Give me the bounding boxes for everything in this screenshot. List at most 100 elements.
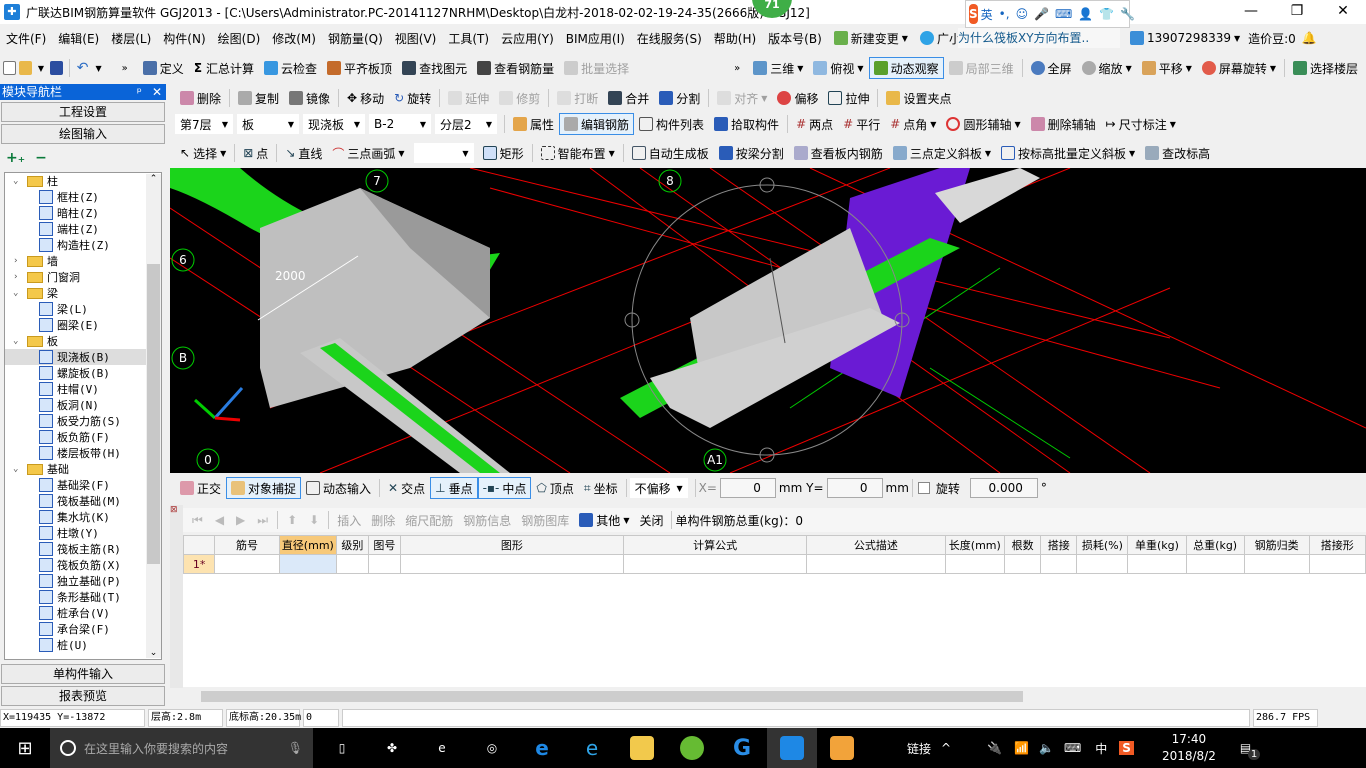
vertex-snap-button[interactable]: ⬠ 顶点: [531, 477, 578, 499]
undo-icon[interactable]: ↶: [77, 60, 89, 76]
chevron-down-icon[interactable]: ⌄: [13, 176, 23, 186]
mic-icon[interactable]: 🎤: [1034, 7, 1049, 21]
dimension-button[interactable]: ↦ 尺寸标注 ▼: [1101, 113, 1181, 135]
menu-view[interactable]: 视图(V): [389, 30, 443, 47]
view-slab-rebar-button[interactable]: 查看板内钢筋: [789, 142, 888, 164]
menu-version[interactable]: 版本号(B): [762, 30, 828, 47]
column-header[interactable]: 长度(mm): [944, 535, 1006, 555]
align-button[interactable]: 对齐 ▼: [712, 87, 772, 109]
align-slab-top-button[interactable]: 平齐板顶: [322, 57, 397, 79]
other-button[interactable]: 其他 ▼: [574, 509, 634, 531]
power-icon[interactable]: 🔌: [987, 741, 1002, 755]
tree-folder[interactable]: ⌄ 基础: [5, 461, 161, 477]
floor-select[interactable]: 第7层 ▼: [175, 114, 233, 134]
news-link[interactable]: 为什么筏板XY方向布置..: [958, 28, 1120, 48]
prev-record-icon[interactable]: ◀: [215, 513, 224, 527]
first-record-icon[interactable]: ⏮: [192, 513, 203, 528]
punct-icon[interactable]: •,: [999, 7, 1010, 21]
fullscreen-button[interactable]: 全屏: [1026, 57, 1077, 79]
grid-horizontal-scrollbar[interactable]: [183, 688, 1366, 705]
last-record-icon[interactable]: ⏭: [257, 513, 268, 528]
column-header[interactable]: 根数: [1004, 535, 1042, 555]
component-list-button[interactable]: 构件列表: [634, 113, 709, 135]
move-up-icon[interactable]: ⬆: [287, 513, 297, 527]
tree-item[interactable]: 独立基础(P): [5, 573, 161, 589]
tree-item[interactable]: 圈梁(E): [5, 317, 161, 333]
tree-item[interactable]: 桩承台(V): [5, 605, 161, 621]
single-component-input-button[interactable]: 单构件输入: [1, 664, 165, 684]
tree-item[interactable]: 板受力筋(S): [5, 413, 161, 429]
clock[interactable]: 17:40 2018/8/2: [1162, 731, 1216, 765]
move-button[interactable]: ✥ 移动: [342, 87, 389, 109]
batch-select-button[interactable]: 批量选择: [559, 57, 634, 79]
expand-all-icon[interactable]: +₊: [6, 150, 25, 166]
tree-item[interactable]: 柱墩(Y): [5, 525, 161, 541]
batch-slope-button[interactable]: 按标高批量定义斜板 ▼: [996, 142, 1140, 164]
set-grip-button[interactable]: 设置夹点: [881, 87, 956, 109]
rotate-checkbox[interactable]: [917, 482, 930, 494]
menu-help[interactable]: 帮助(H): [708, 30, 762, 47]
bell-icon[interactable]: 🔔: [1302, 31, 1317, 45]
3d-viewport[interactable]: 2000 7 8 6 B 0 A1: [170, 168, 1366, 473]
tree-item[interactable]: 集水坑(K): [5, 509, 161, 525]
edge-icon[interactable]: e: [517, 728, 567, 768]
grid-cell[interactable]: [1040, 554, 1078, 574]
cloud-check-button[interactable]: 云检查: [259, 57, 322, 79]
coordinate-snap-button[interactable]: ⌗ 坐标: [579, 477, 623, 499]
table-row[interactable]: 1*: [182, 554, 1366, 574]
start-button[interactable]: ⊞: [0, 728, 50, 768]
smart-layout-button[interactable]: 智能布置 ▼: [536, 142, 620, 164]
tree-item[interactable]: 板洞(N): [5, 397, 161, 413]
tree-item[interactable]: 柱帽(V): [5, 381, 161, 397]
pick-component-button[interactable]: 拾取构件: [709, 113, 784, 135]
split-button[interactable]: 分割: [654, 87, 705, 109]
column-header[interactable]: 搭接: [1040, 535, 1078, 555]
grid-cell[interactable]: [214, 554, 280, 574]
ie-icon[interactable]: e: [417, 728, 467, 768]
link-toolbar[interactable]: 链接: [907, 740, 931, 757]
auto-generate-slab-button[interactable]: 自动生成板: [627, 142, 714, 164]
minimize-button[interactable]: —: [1228, 0, 1274, 24]
perpendicular-snap-button[interactable]: ⊥ 垂点: [430, 477, 478, 499]
keyboard-icon[interactable]: ⌨: [1064, 741, 1081, 755]
collapse-all-icon[interactable]: −: [35, 150, 47, 166]
menu-tools[interactable]: 工具(T): [442, 30, 495, 47]
grid-cell[interactable]: [367, 554, 401, 574]
chevron-down-icon[interactable]: ⌄: [13, 288, 23, 298]
trim-button[interactable]: 修剪: [494, 87, 545, 109]
tree-item[interactable]: 筏板基础(M): [5, 493, 161, 509]
tree-item[interactable]: 梁(L): [5, 301, 161, 317]
pin-icon[interactable]: ᵖ: [137, 85, 142, 99]
stretch-button[interactable]: 拉伸: [823, 87, 874, 109]
chevron-right-icon[interactable]: ›: [13, 272, 23, 282]
tree-item[interactable]: 框柱(Z): [5, 189, 161, 205]
grid-cell[interactable]: [622, 554, 808, 574]
column-header[interactable]: 钢筋归类: [1243, 535, 1310, 555]
wifi-icon[interactable]: 📶: [1014, 741, 1029, 755]
break-button[interactable]: 打断: [552, 87, 603, 109]
midpoint-snap-button[interactable]: -▪- 中点: [477, 477, 532, 499]
column-header[interactable]: 图形: [399, 535, 624, 555]
category-select[interactable]: 板 ▼: [237, 114, 299, 134]
grid-cell[interactable]: [1185, 554, 1245, 574]
intersection-snap-button[interactable]: ✕ 交点: [383, 477, 430, 499]
split-by-beam-button[interactable]: 按梁分割: [714, 142, 789, 164]
menu-edit[interactable]: 编辑(E): [52, 30, 105, 47]
view-rebar-button[interactable]: 查看钢筋量: [472, 57, 559, 79]
maximize-button[interactable]: ❐: [1274, 0, 1320, 24]
three-point-slope-button[interactable]: 三点定义斜板 ▼: [888, 142, 996, 164]
chevron-down-icon[interactable]: ⌄: [13, 464, 23, 474]
ime-toolbar[interactable]: S 英 •, ☺ 🎤 ⌨ 👤 👕 🔧: [965, 0, 1135, 28]
save-icon[interactable]: [50, 61, 63, 75]
grid-cell[interactable]: [1127, 554, 1187, 574]
glodon-icon[interactable]: G: [717, 728, 767, 768]
top-view-button[interactable]: 俯视 ▼: [808, 57, 868, 79]
offset-button[interactable]: 偏移: [772, 87, 823, 109]
chevron-down-icon[interactable]: ⌄: [13, 336, 23, 346]
object-snap-button[interactable]: 对象捕捉: [226, 477, 302, 499]
angle-input[interactable]: 0.000: [969, 478, 1038, 498]
user-account[interactable]: 13907298339: [1147, 31, 1231, 45]
file-explorer-icon[interactable]: [617, 728, 667, 768]
x-input[interactable]: 0: [719, 478, 776, 498]
column-header[interactable]: [182, 535, 216, 555]
